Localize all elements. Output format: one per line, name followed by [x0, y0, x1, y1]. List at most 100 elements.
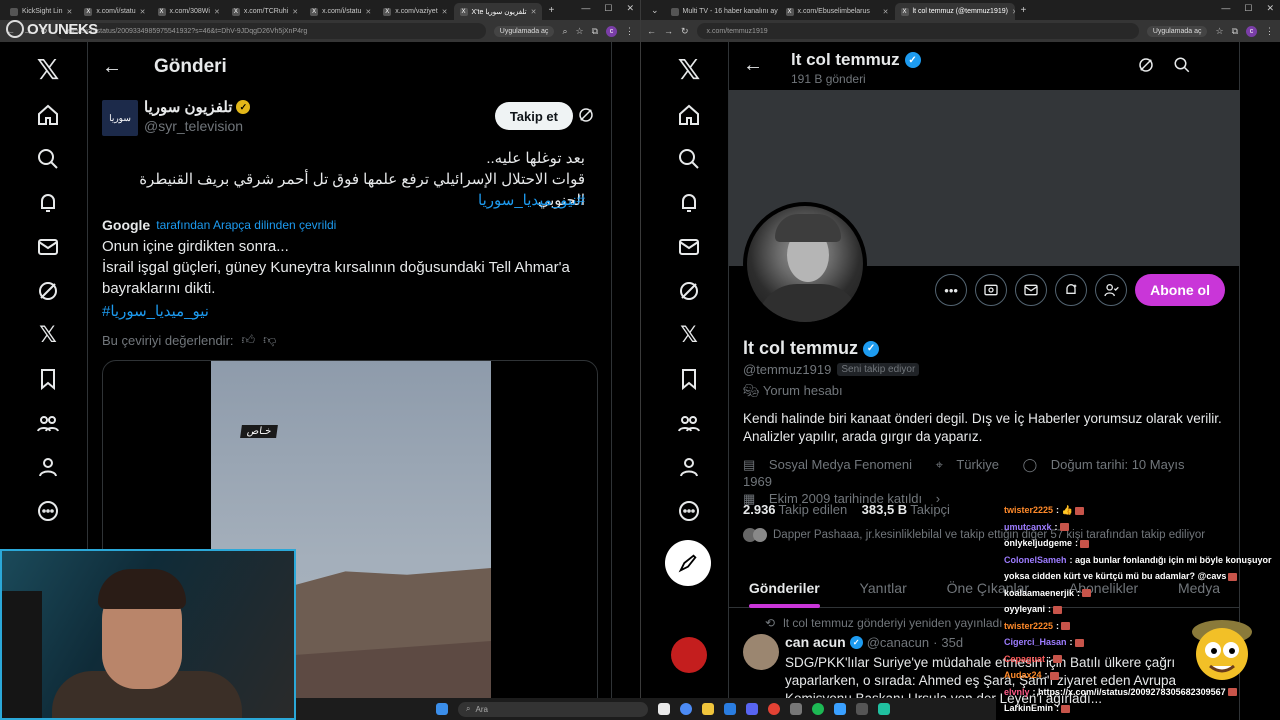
browser-tab[interactable]: Multi TV - 16 haber kanalını ay✕ — [665, 3, 780, 20]
notifications-icon[interactable] — [26, 188, 70, 218]
more-icon[interactable] — [667, 496, 711, 526]
bookmark-star-icon[interactable]: ☆ — [575, 26, 583, 37]
chat-username[interactable]: Cepaguat — [1004, 654, 1045, 664]
profile-avatar-large[interactable] — [743, 202, 867, 326]
task-view-icon[interactable] — [658, 703, 670, 715]
grok-icon[interactable] — [26, 276, 70, 306]
zoom-icon[interactable]: ⌕ — [562, 26, 567, 37]
chat-username[interactable]: Audax24 — [1004, 670, 1042, 680]
browser-tab[interactable]: Xx.com/i/statu ✕ — [304, 3, 377, 20]
messages-icon[interactable] — [667, 232, 711, 262]
account-avatar[interactable] — [667, 637, 711, 673]
chat-username[interactable]: umutcanxk — [1004, 522, 1052, 532]
maximize-icon[interactable]: ☐ — [1244, 3, 1252, 14]
browser-tab[interactable]: Xx.com/i/statu ✕ — [78, 3, 151, 20]
chat-username[interactable]: twister2225 — [1004, 505, 1053, 515]
post-author-name[interactable]: can acun — [785, 634, 846, 650]
app-icon[interactable] — [878, 703, 890, 715]
grok-icon[interactable] — [1137, 56, 1155, 79]
browser-tab[interactable]: Xx.com/TCRuhi ✕ — [226, 3, 304, 20]
compose-post-button[interactable] — [665, 540, 711, 586]
x-logo-icon[interactable]: 𝕏 — [26, 53, 70, 86]
grok-icon[interactable] — [667, 276, 711, 306]
maximize-icon[interactable]: ☐ — [604, 3, 612, 14]
extensions-icon[interactable]: ⧉ — [1232, 26, 1238, 37]
reload-icon[interactable]: ↻ — [681, 26, 689, 37]
messages-icon[interactable] — [26, 232, 70, 262]
follow-button[interactable]: Takip et — [494, 102, 573, 130]
thumbs-up-icon[interactable]: 👍︎ — [242, 332, 256, 348]
bookmarks-icon[interactable] — [667, 364, 711, 394]
thumbs-down-icon[interactable]: 👎︎ — [263, 332, 276, 348]
following-icon[interactable] — [1095, 274, 1128, 306]
home-icon[interactable] — [667, 100, 711, 130]
hashtag-link[interactable]: #نيو_ميديا_سوريا — [478, 190, 585, 211]
search-icon[interactable] — [1173, 56, 1191, 79]
bookmark-star-icon[interactable]: ☆ — [1215, 26, 1223, 37]
premium-x-icon[interactable]: 𝕏 — [26, 320, 70, 350]
file-explorer-icon[interactable] — [702, 703, 714, 715]
grok-icon[interactable] — [577, 106, 597, 126]
bookmarks-icon[interactable] — [26, 364, 70, 394]
post-age[interactable]: 35d — [941, 635, 963, 650]
app-icon[interactable] — [768, 703, 780, 715]
communities-icon[interactable] — [26, 408, 70, 438]
spotify-icon[interactable] — [812, 703, 824, 715]
taskbar-search[interactable]: ⌕ Ara — [458, 701, 648, 717]
search-icon[interactable] — [26, 144, 70, 174]
notifications-icon[interactable] — [667, 188, 711, 218]
back-arrow-icon[interactable]: ← — [743, 54, 763, 77]
media-icon[interactable] — [975, 274, 1008, 306]
browser-tab[interactable]: Xx.com/Ebuselimbelarus ✕ — [780, 3, 895, 20]
notify-bell-icon[interactable] — [1055, 274, 1088, 306]
browser-tab-active[interactable]: Xlt col temmuz (@temmuz1919)✕ — [894, 3, 1015, 20]
start-icon[interactable] — [436, 703, 448, 715]
url-field[interactable]: television/status/2009334985975541932?s=… — [55, 23, 486, 39]
discord-icon[interactable] — [746, 703, 758, 715]
browser-tab[interactable]: KickSight Lin ✕ — [4, 3, 78, 20]
author-name[interactable]: تلفزيون سوريا ✓ — [144, 98, 251, 116]
minimize-icon[interactable]: — — [581, 3, 590, 14]
chat-username[interactable]: Cigerci_Hasan — [1004, 637, 1067, 647]
open-in-app-button[interactable]: Uygulamada aç — [1146, 25, 1208, 37]
profile-avatar[interactable]: c — [606, 25, 617, 37]
chat-username[interactable]: twister2225 — [1004, 621, 1053, 631]
app-icon[interactable] — [834, 703, 846, 715]
author-handle[interactable]: @syr_television — [144, 118, 243, 134]
hashtag-link[interactable]: #نيو_ميديا_سوريا — [102, 301, 592, 322]
communities-icon[interactable] — [667, 408, 711, 438]
extensions-icon[interactable]: ⧉ — [592, 26, 598, 37]
back-arrow-icon[interactable]: ← — [102, 56, 122, 79]
chat-username[interactable]: oyyleyani — [1004, 604, 1045, 614]
author-avatar[interactable]: سوريا — [102, 100, 138, 136]
browser-tab[interactable]: Xx.com/vaziyet ✕ — [377, 3, 453, 20]
menu-icon[interactable]: ⋮ — [625, 26, 634, 37]
forward-nav-icon[interactable]: → — [664, 26, 673, 36]
close-icon[interactable]: ✕ — [1266, 3, 1274, 14]
tab-posts[interactable]: Gönderiler — [748, 580, 820, 608]
back-nav-icon[interactable]: ← — [647, 26, 656, 36]
profile-avatar[interactable]: c — [1246, 25, 1257, 37]
new-tab-button[interactable]: + — [548, 5, 554, 16]
store-icon[interactable] — [724, 703, 736, 715]
more-icon[interactable] — [26, 496, 70, 526]
premium-x-icon[interactable]: 𝕏 — [667, 320, 711, 350]
translation-source-link[interactable]: tarafından Arapça dilinden çevrildi — [156, 218, 336, 232]
message-icon[interactable] — [1015, 274, 1048, 306]
more-options-button[interactable]: ••• — [935, 274, 968, 306]
search-icon[interactable] — [667, 144, 711, 174]
url-field[interactable]: x.com/temmuz1919 — [696, 23, 1139, 39]
chat-username[interactable]: elvnly — [1004, 687, 1030, 697]
following-stat[interactable]: 2.936 Takip edilen — [743, 502, 847, 517]
app-icon[interactable] — [790, 703, 802, 715]
subscribe-button[interactable]: Abone ol — [1135, 274, 1225, 306]
browser-tab-active[interactable]: X X'te تلفزيون سوريا ✕ — [453, 3, 543, 20]
post-author-avatar[interactable] — [743, 634, 779, 670]
chrome-icon[interactable] — [680, 703, 692, 715]
new-tab-button[interactable]: + — [1021, 5, 1027, 16]
profile-icon[interactable] — [667, 452, 711, 482]
browser-tab[interactable]: Xx.com/308Wi ✕ — [152, 3, 226, 20]
menu-icon[interactable]: ⋮ — [1265, 26, 1274, 37]
app-icon[interactable] — [856, 703, 868, 715]
tab-replies[interactable]: Yanıtlar — [860, 580, 907, 596]
